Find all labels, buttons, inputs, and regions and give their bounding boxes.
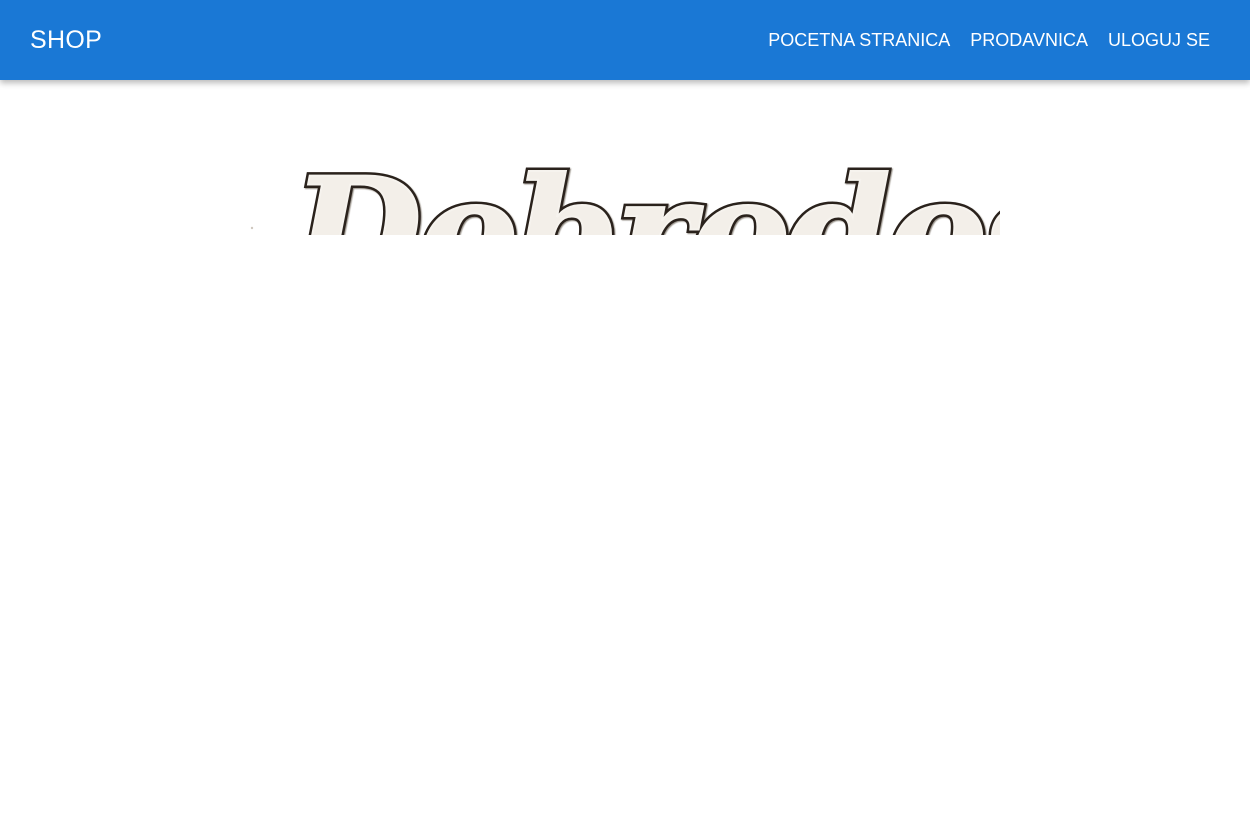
nav-login-link[interactable]: ULOGUJ SE bbox=[1108, 27, 1210, 53]
welcome-banner: Dobrodošli Dobrodošli bbox=[240, 80, 1000, 235]
welcome-wood-lettering-image: Dobrodošli Dobrodošli bbox=[250, 142, 1000, 235]
decorative-speck bbox=[250, 226, 254, 230]
top-navbar: SHOP POCETNA STRANICA PRODAVNICA ULOGUJ … bbox=[0, 0, 1250, 80]
welcome-text: Dobrodošli bbox=[288, 145, 1000, 235]
nav-home-link[interactable]: POCETNA STRANICA bbox=[768, 27, 950, 53]
brand-logo-link[interactable]: SHOP bbox=[30, 22, 102, 58]
nav-shop-link[interactable]: PRODAVNICA bbox=[970, 27, 1088, 53]
main-nav: POCETNA STRANICA PRODAVNICA ULOGUJ SE bbox=[768, 27, 1210, 53]
